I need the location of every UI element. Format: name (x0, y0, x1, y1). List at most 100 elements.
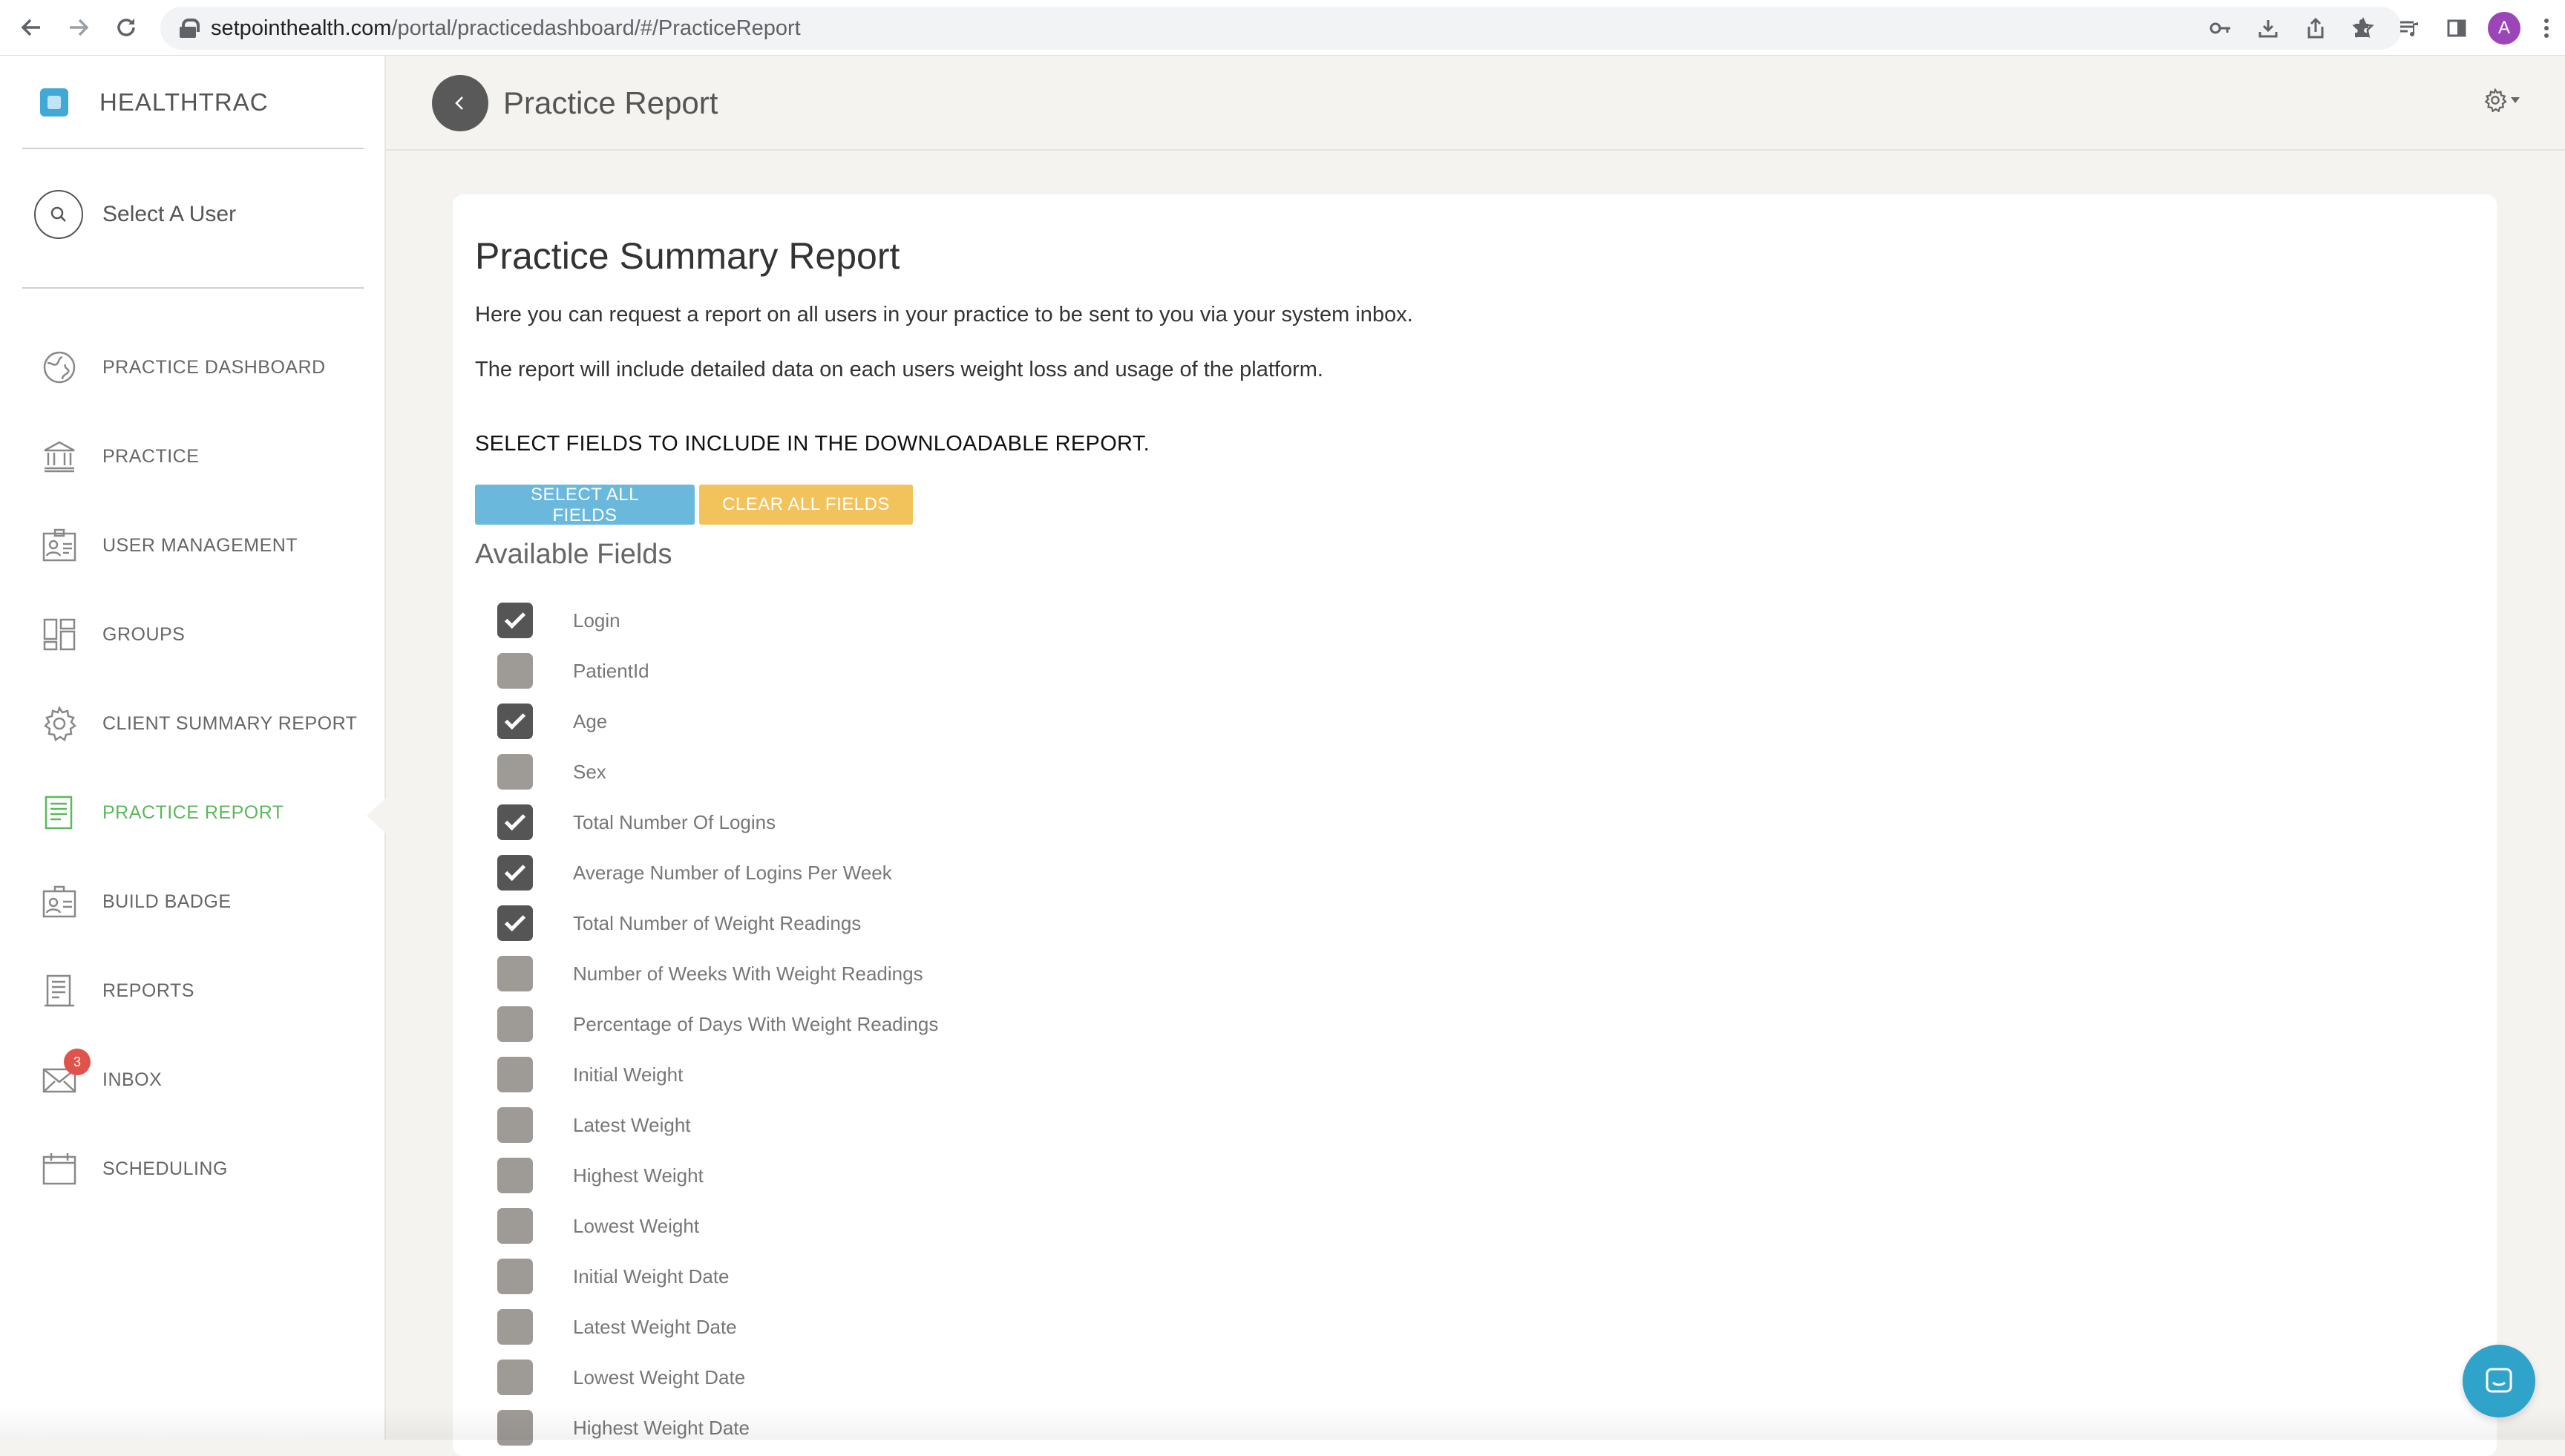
caret-down-icon (2511, 97, 2520, 103)
field-label: Latest Weight Date (573, 1315, 737, 1338)
search-icon (34, 190, 83, 239)
field-checkbox[interactable] (497, 704, 533, 739)
field-row[interactable]: Highest Weight (497, 1150, 938, 1201)
inbox-count-badge: 3 (64, 1049, 91, 1075)
field-label: Lowest Weight (573, 1214, 700, 1237)
field-row[interactable]: Lowest Weight Date (497, 1352, 938, 1403)
field-row[interactable]: Average Number of Logins Per Week (497, 847, 938, 898)
back-button[interactable] (432, 75, 488, 131)
sidebar-item-label: PRACTICE REPORT (102, 801, 284, 823)
sidebar-divider (22, 287, 364, 289)
side-panel-icon[interactable] (2433, 4, 2480, 52)
checkmark-icon (504, 910, 526, 932)
select-all-fields-button[interactable]: SELECT ALL FIELDS (475, 485, 695, 525)
select-user-button[interactable]: Select A User (34, 190, 236, 239)
select-user-label: Select A User (102, 202, 237, 226)
page-title: Practice Report (503, 85, 718, 120)
brand[interactable]: HEALTHTRAC (40, 88, 269, 117)
sidebar-item-practice-report[interactable]: PRACTICE REPORT (0, 768, 387, 857)
extensions-icon[interactable] (2338, 4, 2385, 52)
calendar-icon (42, 1151, 77, 1187)
badge-icon (42, 884, 77, 919)
settings-dropdown-button[interactable] (2483, 88, 2520, 112)
url-path: /portal/practicedashboard/#/PracticeRepo… (391, 16, 801, 40)
field-row[interactable]: Number of Weeks With Weight Readings (497, 948, 938, 999)
gear-icon (42, 706, 77, 741)
field-checkbox[interactable] (497, 603, 533, 638)
share-icon[interactable] (2292, 12, 2339, 45)
media-icon[interactable] (2385, 4, 2433, 52)
forward-arrow-icon[interactable] (62, 11, 95, 44)
sidebar-item-label: CLIENT SUMMARY REPORT (102, 712, 358, 734)
chevron-left-icon (455, 96, 463, 110)
available-fields-heading: Available Fields (475, 539, 672, 570)
sidebar-item-reports[interactable]: REPORTS (0, 946, 386, 1035)
menu-dots-icon[interactable] (2528, 4, 2565, 52)
report-description: The report will include detailed data on… (475, 358, 1323, 381)
field-row[interactable]: Lowest Weight (497, 1201, 938, 1251)
sidebar-item-practice-dashboard[interactable]: PRACTICE DASHBOARD (0, 323, 386, 412)
reload-icon[interactable] (110, 11, 142, 44)
field-checkbox[interactable] (497, 1057, 533, 1092)
field-checkbox[interactable] (497, 804, 533, 840)
sidebar-item-build-badge[interactable]: BUILD BADGE (0, 857, 386, 946)
field-label: Initial Weight (573, 1063, 684, 1086)
report-title: Practice Summary Report (475, 235, 900, 277)
field-row[interactable]: Latest Weight Date (497, 1302, 938, 1352)
field-checkbox[interactable] (497, 754, 533, 790)
field-checkbox[interactable] (497, 1006, 533, 1042)
field-checkbox[interactable] (497, 1309, 533, 1345)
field-checkbox[interactable] (497, 1208, 533, 1244)
field-checkbox[interactable] (497, 905, 533, 941)
healthtrac-logo-icon (40, 88, 68, 117)
field-row[interactable]: Sex (497, 747, 938, 797)
field-checkbox[interactable] (497, 653, 533, 689)
sidebar-item-label: USER MANAGEMENT (102, 534, 298, 556)
sidebar-item-label: GROUPS (102, 623, 186, 645)
field-checkbox[interactable] (497, 956, 533, 991)
field-label: Latest Weight (573, 1113, 691, 1136)
field-label: Age (573, 709, 608, 732)
field-row[interactable]: PatientId (497, 646, 938, 696)
field-checkbox[interactable] (497, 1107, 533, 1143)
field-checkbox[interactable] (497, 1360, 533, 1395)
field-row[interactable]: Initial Weight (497, 1049, 938, 1100)
back-arrow-icon[interactable] (15, 11, 48, 44)
field-label: Average Number of Logins Per Week (573, 861, 892, 884)
field-checkbox[interactable] (497, 855, 533, 891)
field-row[interactable]: Initial Weight Date (497, 1251, 938, 1302)
profile-avatar[interactable]: A (2480, 4, 2528, 52)
field-row[interactable]: Age (497, 696, 938, 747)
sidebar-item-groups[interactable]: GROUPS (0, 590, 386, 679)
checkmark-icon (504, 859, 526, 882)
fields-section-heading: SELECT FIELDS TO INCLUDE IN THE DOWNLOAD… (475, 432, 1150, 456)
clear-all-fields-button[interactable]: CLEAR ALL FIELDS (699, 485, 913, 525)
sidebar-divider (22, 148, 364, 149)
brand-name: HEALTHTRAC (99, 88, 269, 116)
lock-icon (180, 19, 200, 38)
field-row[interactable]: Total Number Of Logins (497, 797, 938, 847)
sidebar-item-label: INBOX (102, 1069, 163, 1090)
sidebar-item-client-summary-report[interactable]: CLIENT SUMMARY REPORT (0, 679, 386, 768)
report-card: Practice Summary Report Here you can req… (453, 194, 2497, 1456)
download-icon[interactable] (2244, 12, 2292, 45)
address-bar[interactable]: setpointhealth.com/portal/practicedashbo… (160, 7, 2402, 50)
field-checkbox[interactable] (497, 1158, 533, 1193)
field-checkbox[interactable] (497, 1259, 533, 1294)
sidebar-item-user-management[interactable]: USER MANAGEMENT (0, 501, 386, 590)
key-icon[interactable] (2197, 12, 2244, 45)
checkmark-icon (504, 708, 526, 730)
sidebar-item-inbox[interactable]: 3 INBOX (0, 1035, 386, 1124)
field-row[interactable]: Login (497, 595, 938, 646)
sidebar-nav: PRACTICE DASHBOARD PRACTICE USER MANAGEM… (0, 323, 387, 1213)
sidebar-item-scheduling[interactable]: SCHEDULING (0, 1124, 386, 1213)
sidebar-item-label: PRACTICE (102, 445, 200, 467)
field-label: Percentage of Days With Weight Readings (573, 1012, 939, 1035)
sidebar-item-practice[interactable]: PRACTICE (0, 412, 386, 501)
field-row[interactable]: Total Number of Weight Readings (497, 898, 938, 948)
checkmark-icon (504, 809, 526, 831)
field-row[interactable]: Percentage of Days With Weight Readings (497, 999, 938, 1049)
field-row[interactable]: Latest Weight (497, 1100, 938, 1150)
bottom-shadow (0, 1406, 2565, 1440)
avatar-letter: A (2488, 11, 2520, 45)
